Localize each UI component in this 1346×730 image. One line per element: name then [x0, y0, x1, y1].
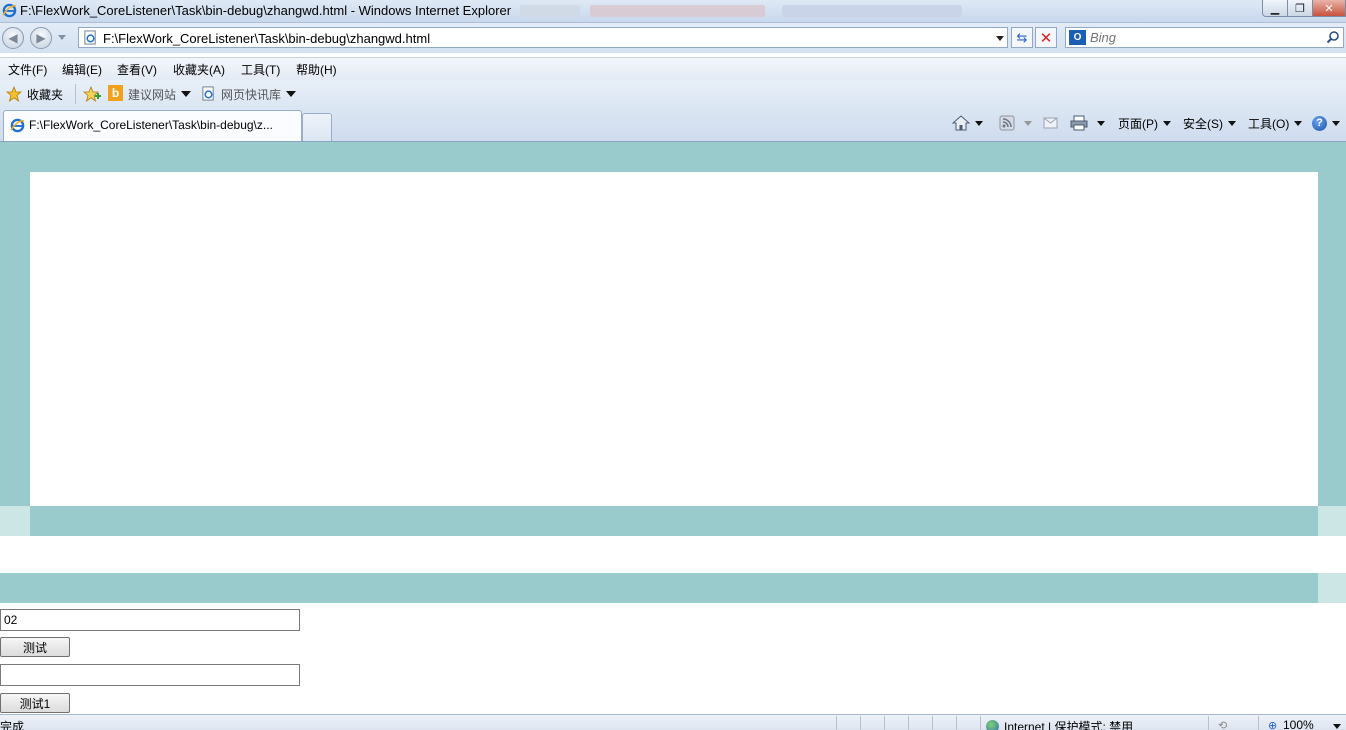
ie-logo-icon	[2, 3, 17, 18]
suggested-sites-dropdown-icon[interactable]	[181, 91, 191, 97]
page-dropdown-icon	[1163, 120, 1171, 126]
maximize-button[interactable]: ❐	[1287, 0, 1313, 17]
status-divider	[956, 716, 957, 730]
refresh-button[interactable]: ⇆	[1011, 27, 1033, 48]
window-title: F:\FlexWork_CoreListener\Task\bin-debug\…	[20, 3, 512, 18]
favorites-button[interactable]: 收藏夹	[27, 86, 63, 103]
page-menu-label: 页面(P)	[1118, 116, 1158, 131]
forward-button[interactable]: ▶	[30, 27, 52, 49]
menu-favorites[interactable]: 收藏夹(A)	[173, 61, 225, 78]
test1-button[interactable]: 测试1	[0, 693, 70, 713]
search-provider-icon: O	[1069, 30, 1086, 45]
bing-icon: b	[108, 85, 123, 101]
status-divider	[908, 716, 909, 730]
status-text: 完成	[0, 720, 25, 730]
status-divider	[884, 716, 885, 730]
test-button[interactable]: 测试	[0, 637, 70, 657]
print-button[interactable]	[1070, 114, 1105, 132]
value-input-1[interactable]	[0, 609, 300, 631]
address-bar[interactable]: F:\FlexWork_CoreListener\Task\bin-debug\…	[78, 27, 1008, 48]
forward-arrow-icon: ▶	[36, 31, 46, 45]
safety-menu-label: 安全(S)	[1183, 116, 1223, 131]
ie-tab-icon	[10, 118, 25, 133]
tools-menu-button[interactable]: 工具(O)	[1248, 114, 1303, 132]
favorites-separator	[75, 84, 76, 104]
zoom-icon: ⊕	[1268, 720, 1278, 730]
status-bar: 完成 Internet | 保护模式: 禁用 ⟲ ⊕ 100%	[0, 714, 1346, 730]
status-divider	[836, 716, 837, 730]
status-divider	[1258, 716, 1259, 730]
menu-bar: 文件(F) 编辑(E) 查看(V) 收藏夹(A) 工具(T) 帮助(H)	[0, 57, 1346, 80]
home-button[interactable]	[952, 114, 983, 132]
security-zone-text[interactable]: Internet | 保护模式: 禁用	[1004, 718, 1133, 730]
zoom-dropdown-icon[interactable]	[1333, 724, 1341, 729]
safety-menu-button[interactable]: 安全(S)	[1183, 114, 1236, 132]
zoom-level[interactable]: 100%	[1283, 718, 1314, 730]
safety-dropdown-icon	[1228, 120, 1236, 126]
menu-edit[interactable]: 编辑(E)	[62, 61, 102, 78]
value-input-2[interactable]	[0, 664, 300, 686]
flash-band	[30, 506, 1318, 536]
status-divider	[980, 716, 981, 730]
mail-icon	[1043, 117, 1058, 129]
help-dropdown-icon	[1332, 120, 1340, 126]
address-row: ◀ ▶ F:\FlexWork_CoreListener\Task\bin-de…	[0, 23, 1346, 53]
back-arrow-icon: ◀	[8, 31, 18, 45]
status-divider	[860, 716, 861, 730]
suggested-sites-link[interactable]: 建议网站	[128, 86, 176, 103]
add-to-favorites-icon[interactable]	[83, 86, 101, 102]
second-band-right	[1318, 573, 1346, 603]
menu-help[interactable]: 帮助(H)	[296, 61, 337, 78]
web-slice-gallery-link[interactable]: 网页快讯库	[221, 86, 281, 103]
feeds-button[interactable]	[999, 114, 1032, 132]
tools-dropdown-icon	[1294, 120, 1303, 126]
close-button[interactable]: ✕	[1312, 0, 1346, 17]
feeds-dropdown-icon[interactable]	[1024, 120, 1032, 126]
add-on-status-icon[interactable]: ⟲	[1218, 719, 1232, 730]
back-button[interactable]: ◀	[2, 27, 24, 49]
flash-band-left	[0, 506, 30, 536]
taskbar-ghosts	[520, 3, 1020, 19]
flash-band-right	[1318, 506, 1346, 536]
home-dropdown-icon[interactable]	[975, 120, 983, 126]
rss-icon	[999, 115, 1015, 131]
stop-icon: ✕	[1039, 29, 1053, 47]
tab-active[interactable]: F:\FlexWork_CoreListener\Task\bin-debug\…	[3, 110, 302, 141]
menu-file[interactable]: 文件(F)	[8, 61, 47, 78]
new-tab-button[interactable]	[302, 113, 332, 141]
minimize-button[interactable]: ▁	[1262, 0, 1288, 17]
recent-pages-dropdown-icon[interactable]	[58, 35, 66, 40]
menu-tools[interactable]: 工具(T)	[241, 61, 280, 78]
help-menu-button[interactable]: ?	[1312, 114, 1340, 132]
status-divider	[932, 716, 933, 730]
web-slice-icon	[202, 86, 214, 101]
web-slice-dropdown-icon[interactable]	[286, 91, 296, 97]
tab-title: F:\FlexWork_CoreListener\Task\bin-debug\…	[29, 118, 273, 132]
read-mail-button[interactable]	[1043, 114, 1058, 132]
menu-view[interactable]: 查看(V)	[117, 61, 157, 78]
status-divider	[1208, 716, 1209, 730]
tab-row: F:\FlexWork_CoreListener\Task\bin-debug\…	[0, 108, 1346, 142]
search-input[interactable]	[1090, 28, 1320, 47]
page-icon	[84, 30, 96, 45]
address-url[interactable]: F:\FlexWork_CoreListener\Task\bin-debug\…	[103, 31, 430, 46]
print-icon	[1070, 115, 1088, 131]
help-icon: ?	[1312, 115, 1327, 131]
search-box[interactable]: O	[1065, 27, 1344, 48]
tools-menu-label: 工具(O)	[1248, 116, 1290, 131]
second-band	[0, 573, 1318, 603]
print-dropdown-icon[interactable]	[1097, 120, 1105, 126]
page-menu-button[interactable]: 页面(P)	[1118, 114, 1171, 132]
search-icon[interactable]	[1326, 30, 1340, 44]
refresh-icon: ⇆	[1016, 29, 1028, 45]
flash-canvas[interactable]	[30, 172, 1318, 506]
title-bar: F:\FlexWork_CoreListener\Task\bin-debug\…	[0, 0, 1346, 23]
home-icon	[952, 115, 970, 131]
page-viewport: 测试 测试1	[0, 142, 1346, 714]
address-dropdown-icon[interactable]	[996, 36, 1004, 41]
stop-button[interactable]: ✕	[1035, 27, 1057, 48]
favorites-star-icon[interactable]	[6, 86, 22, 102]
favorites-bar: 收藏夹 b 建议网站 网页快讯库	[0, 80, 1346, 108]
